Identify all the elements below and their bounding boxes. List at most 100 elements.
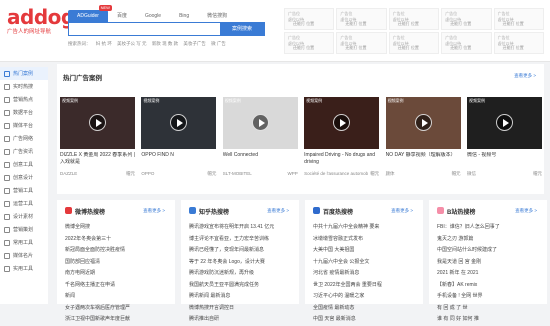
case-card[interactable]: 视频案例 Well Connected SLT-MOBITEL WPP: [222, 97, 298, 177]
hot-search-item[interactable]: 腾讯已经懂了，变现年间最新消息: [189, 245, 295, 257]
floating-toolbar[interactable]: [537, 232, 547, 280]
search-tab-wechat[interactable]: 微信搜狗: [198, 10, 236, 22]
sidebar-item[interactable]: 营销策划: [0, 223, 48, 236]
hot-search-item[interactable]: 等于 22 年冬奥会 Logo，设计大赛: [189, 257, 295, 269]
more-link[interactable]: 查看更多 >: [267, 208, 289, 214]
promo-slot[interactable]: 广告位 虚位以待 还能打 位置: [336, 8, 387, 30]
sidebar-item[interactable]: 媒体平台: [0, 119, 48, 132]
hot-search-item[interactable]: 2022年冬奥会第三十: [65, 234, 171, 246]
promo-slot[interactable]: 广告位 虚位以待 还能打 位置: [441, 8, 492, 30]
hot-search-item[interactable]: FBI：谁信？旧人怎么回事了: [437, 222, 543, 234]
promo-slot[interactable]: 广告位 虚位以待 还能打 位置: [493, 8, 544, 30]
play-icon[interactable]: [495, 114, 513, 131]
search-button[interactable]: 案例搜索: [220, 23, 264, 35]
case-title[interactable]: Impaired Driving - No drugs and driving: [304, 152, 379, 166]
hot-search-item[interactable]: 鬼灭之刃 游郭篇: [437, 234, 543, 246]
promo-slot[interactable]: 广告位 虚位以待 还能打 位置: [441, 32, 492, 54]
hot-search-item[interactable]: 腾讯推出自研: [189, 314, 295, 326]
sidebar-item[interactable]: 营销工具: [0, 184, 48, 197]
hot-search-item[interactable]: 腾讯游戏防沉迷新规，再升级: [189, 268, 295, 280]
play-icon[interactable]: [89, 114, 106, 131]
hot-search-item[interactable]: 习近平心中的 温暖之家: [313, 291, 419, 303]
promo-button[interactable]: 还能打 位置: [345, 45, 366, 51]
video-thumbnail[interactable]: 视频案例: [141, 97, 217, 149]
hot-search-item[interactable]: 女子遇两次车祸后医疗管理严: [65, 303, 171, 315]
sidebar-item[interactable]: 数据平台: [0, 106, 48, 119]
hot-search-item[interactable]: 谁 有 同 好 如何 推: [437, 314, 543, 326]
promo-slot[interactable]: 广告位 虚位以待 还能打 位置: [284, 32, 335, 54]
case-card[interactable]: 视频案例 DIZZLE X 黄金周 2022 春季系列 | 入戏就是 DAZZL…: [60, 97, 135, 177]
promo-button[interactable]: 还能打 位置: [503, 21, 524, 27]
play-icon[interactable]: [251, 114, 269, 131]
play-icon[interactable]: [170, 114, 188, 131]
hot-word-link[interactable]: 新款 现 数 款: [152, 41, 178, 46]
hot-search-item[interactable]: 【新春】AK remix: [437, 280, 543, 292]
hot-search-item[interactable]: 腾讯游戏宣布将在明年开启 13.41 亿元: [189, 222, 295, 234]
promo-slot[interactable]: 广告位 虚位以待 还能打 位置: [493, 32, 544, 54]
sidebar-item[interactable]: 热门案例: [0, 67, 48, 80]
promo-slot[interactable]: 广告位 虚位以待 还能打 位置: [388, 32, 440, 54]
play-icon[interactable]: [414, 114, 432, 131]
more-link[interactable]: 查看更多 >: [515, 208, 537, 214]
promo-button[interactable]: 还能打 位置: [293, 45, 314, 51]
sidebar-item[interactable]: 广告网络: [0, 132, 48, 145]
promo-button[interactable]: 还能打 位置: [398, 21, 419, 27]
more-link[interactable]: 查看更多 >: [514, 73, 536, 79]
hot-word-link[interactable]: 微 广告: [211, 41, 226, 46]
sidebar-item[interactable]: 实时热搜: [0, 80, 48, 93]
sidebar-item[interactable]: 创意工具: [0, 158, 48, 171]
hot-search-item[interactable]: 中共十九届六中全会精神 要来: [313, 222, 419, 234]
video-thumbnail[interactable]: 视频案例: [304, 97, 380, 149]
hot-search-item[interactable]: 微博热搜开言调控日: [189, 303, 295, 315]
promo-button[interactable]: 还能打 位置: [503, 45, 524, 51]
play-icon[interactable]: [333, 114, 351, 131]
video-thumbnail[interactable]: 视频案例: [385, 97, 461, 149]
more-link[interactable]: 查看更多 >: [391, 208, 413, 214]
hot-word-link[interactable]: 美妆子广告: [183, 41, 206, 46]
sidebar-item[interactable]: 广告资讯: [0, 145, 48, 158]
hot-search-item[interactable]: 博主评论不宜看亚，王力宏辛苦训练: [189, 234, 295, 246]
search-input[interactable]: [69, 23, 221, 35]
case-title[interactable]: 微信 - 视频号: [467, 152, 542, 166]
hot-search-item[interactable]: 大美中国 大美祖国: [313, 245, 419, 257]
more-link[interactable]: 查看更多 >: [143, 208, 165, 214]
search-tab-bing[interactable]: Bing: [170, 10, 198, 22]
sidebar-item[interactable]: 实用工具: [0, 262, 48, 275]
video-thumbnail[interactable]: 视频案例: [60, 97, 135, 149]
video-thumbnail[interactable]: 视频案例: [222, 97, 298, 149]
hot-search-item[interactable]: 手机设备 ! 全网 世界: [437, 291, 543, 303]
case-title[interactable]: OPPO FIND N: [141, 152, 216, 166]
hot-search-item[interactable]: 有 回 成 了 世: [437, 303, 543, 315]
video-thumbnail[interactable]: 视频案例: [466, 97, 542, 149]
sidebar-item[interactable]: 设计素材: [0, 210, 48, 223]
sidebar-item[interactable]: 创意设计: [0, 171, 48, 184]
hot-search-item[interactable]: 我国航天员王亚平圆满完成任务: [189, 280, 295, 292]
hot-search-item[interactable]: 浙江卫视中国新歌声年度巨献: [65, 314, 171, 326]
hot-search-item[interactable]: 新闻: [65, 291, 171, 303]
search-tab-baidu[interactable]: 百度: [108, 10, 136, 22]
case-card[interactable]: 视频案例 OPPO FIND N OPPO 帽元: [141, 97, 217, 177]
hot-search-item[interactable]: 微博全网搜: [65, 222, 171, 234]
hot-search-item[interactable]: 新冠局面全面防控决胜疫情: [65, 245, 171, 257]
promo-slot[interactable]: 广告位 虚位以待 还能打 位置: [284, 8, 335, 30]
hot-search-item[interactable]: 世卫 2022年全国两会 重要日程: [313, 280, 419, 292]
hot-search-item[interactable]: 冰墩墩雪容融正式发布: [313, 234, 419, 246]
hot-search-item[interactable]: 十九届六中全会 公报全文: [313, 257, 419, 269]
promo-button[interactable]: 还能打 位置: [293, 21, 314, 27]
promo-button[interactable]: 还能打 位置: [398, 45, 419, 51]
hot-search-item[interactable]: 中国空间站什么时候建成了: [437, 245, 543, 257]
hot-search-item[interactable]: 国防部回应福清: [65, 257, 171, 269]
case-title[interactable]: Well Connected: [223, 152, 298, 166]
logo[interactable]: addog 广告人的网址导航: [7, 6, 75, 36]
sidebar-item[interactable]: 运营工具: [0, 197, 48, 210]
promo-slot[interactable]: 广告位 虚位以待 还能打 位置: [336, 32, 387, 54]
case-card[interactable]: 视频案例 Impaired Driving - No drugs and dri…: [304, 97, 380, 177]
hot-search-item[interactable]: 南方电网近期: [65, 268, 171, 280]
sidebar-item[interactable]: 媒体名片: [0, 249, 48, 262]
promo-button[interactable]: 还能打 位置: [345, 21, 366, 27]
case-card[interactable]: 视频案例 NO DAY 静享视频（理解版本） 颜体 帽元: [385, 97, 461, 177]
hot-search-item[interactable]: 我是天道 回 宫 金刚: [437, 257, 543, 269]
hot-search-item[interactable]: 2021 新年 在 2021: [437, 268, 543, 280]
hot-search-item[interactable]: 河北省 疫情最新消息: [313, 268, 419, 280]
promo-button[interactable]: 还能打 位置: [450, 45, 471, 51]
